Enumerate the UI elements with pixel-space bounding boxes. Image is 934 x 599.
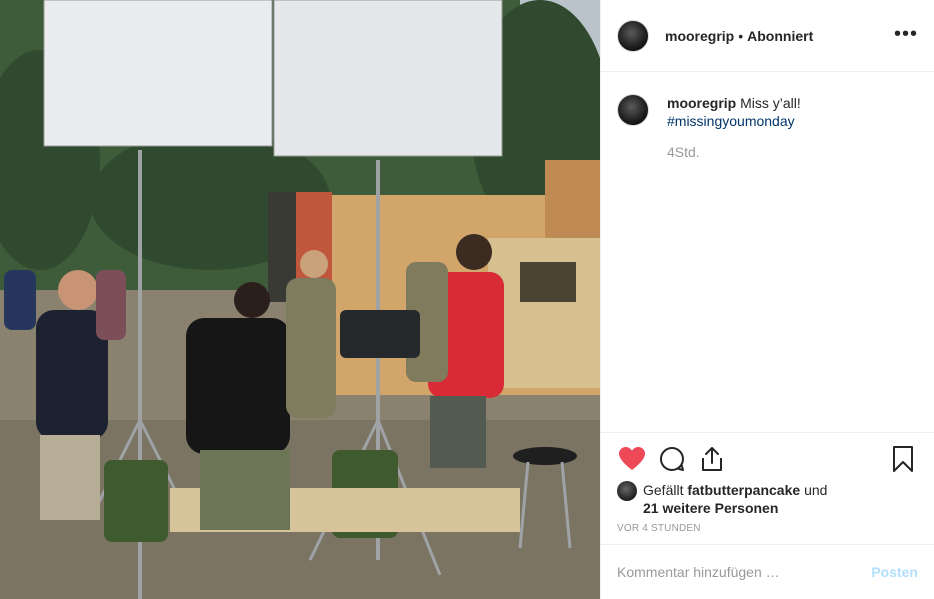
caption-body: Miss y’all! [740, 95, 801, 111]
share-icon[interactable] [697, 444, 727, 474]
heart-filled-icon[interactable] [617, 444, 647, 474]
author-avatar[interactable] [617, 19, 649, 52]
caption-time: 4Std. [667, 144, 700, 160]
caption: mooregrip Miss y’all! #missingyoumonday … [617, 94, 918, 160]
caption-avatar[interactable] [617, 94, 649, 126]
other-likers-link[interactable]: 21 weitere Personen [643, 500, 778, 516]
author-username[interactable]: mooregrip [665, 28, 734, 44]
caption-text: mooregrip Miss y’all! #missingyoumonday [667, 94, 801, 130]
liker-avatar[interactable] [617, 481, 637, 501]
caption-hashtag-link[interactable]: #missingyoumonday [667, 112, 801, 130]
post-side-panel: mooregrip • Abonniert ••• mooregrip Miss… [600, 0, 934, 599]
liker-username[interactable]: fatbutterpancake [687, 482, 800, 498]
more-horizontal-icon[interactable]: ••• [894, 24, 918, 44]
likes-prefix: Gefällt [643, 482, 684, 498]
bookmark-icon[interactable] [888, 444, 918, 474]
comment-input[interactable] [617, 564, 864, 580]
post-header: mooregrip • Abonniert ••• [601, 0, 934, 72]
comment-form: Posten [601, 544, 934, 599]
post-photo[interactable] [0, 0, 600, 599]
comment-icon[interactable] [657, 444, 687, 474]
follow-status-button[interactable]: Abonniert [747, 28, 813, 44]
caption-username[interactable]: mooregrip [667, 95, 736, 111]
post-actions: Gefällt fatbutterpancake und 21 weitere … [601, 432, 934, 534]
post-comment-button[interactable]: Posten [871, 564, 918, 580]
film-set-image [0, 0, 600, 599]
action-icons-bar [617, 443, 918, 475]
header-separator: • [738, 27, 744, 44]
likes-summary: Gefällt fatbutterpancake und 21 weitere … [617, 481, 918, 517]
likes-suffix: und [804, 482, 828, 498]
comments-section: mooregrip Miss y’all! #missingyoumonday … [601, 72, 934, 182]
post-timestamp[interactable]: VOR 4 STUNDEN [617, 523, 918, 534]
